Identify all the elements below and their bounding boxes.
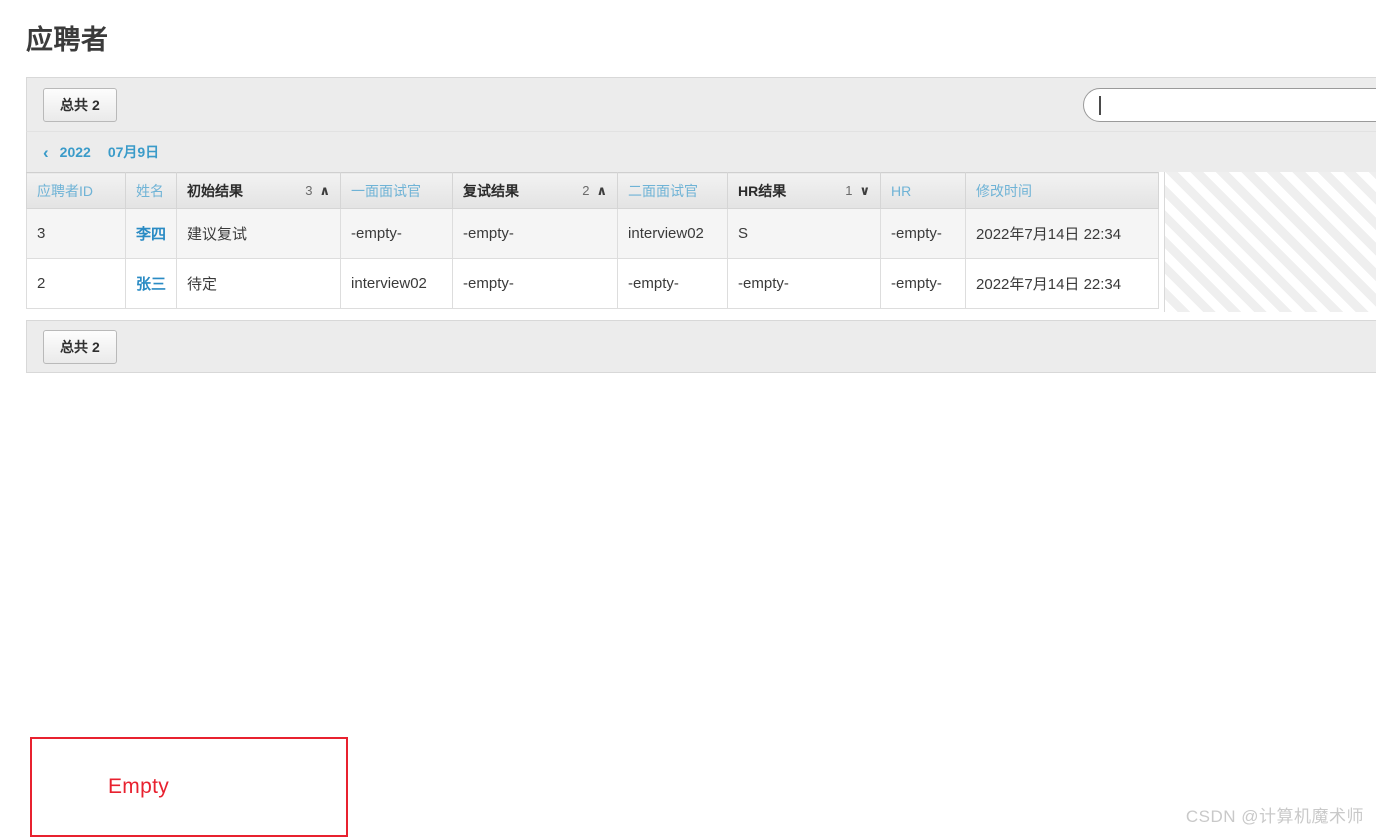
table-row[interactable]: 3 李四 建议复试 -empty- -empty- interview02 S … xyxy=(26,208,1160,259)
search-input[interactable] xyxy=(1083,88,1376,122)
text-cursor-icon xyxy=(1099,96,1101,115)
sort-indicator: 2 ∧ xyxy=(582,183,607,198)
column-header-hr-result[interactable]: HR结果 1 ∨ xyxy=(727,172,882,209)
nav-year-link[interactable]: 2022 xyxy=(60,144,91,160)
table-region: 应聘者ID 姓名 初始结果 3 ∧ 一面面试官 复试结果 2 ∧ 二面面试官 H… xyxy=(26,172,1376,312)
sort-indicator: 3 ∧ xyxy=(305,183,330,198)
empty-annotation-label: Empty xyxy=(108,775,170,798)
cell-hr-result: -empty- xyxy=(727,258,882,309)
cell-hr-result: S xyxy=(727,208,882,259)
column-header-second-result[interactable]: 复试结果 2 ∧ xyxy=(452,172,619,209)
column-header-label: 二面面试官 xyxy=(628,182,699,199)
applicant-name-link[interactable]: 李四 xyxy=(136,226,166,243)
column-header-label: HR xyxy=(891,182,912,199)
column-header-initial-result[interactable]: 初始结果 3 ∧ xyxy=(176,172,342,209)
cell-name[interactable]: 李四 xyxy=(124,208,178,259)
table-body: 3 李四 建议复试 -empty- -empty- interview02 S … xyxy=(26,208,1160,309)
cell-name[interactable]: 张三 xyxy=(124,258,178,309)
sort-order-number: 2 xyxy=(582,183,590,198)
sort-descending-icon: ∨ xyxy=(859,183,871,198)
column-header-label: 初始结果 xyxy=(187,182,244,199)
chevron-left-icon[interactable]: ‹ xyxy=(43,144,49,161)
empty-annotation-box: Empty xyxy=(30,737,348,837)
applicant-name-link[interactable]: 张三 xyxy=(136,276,166,293)
cell-hr: -empty- xyxy=(880,208,967,259)
column-header-label: 姓名 xyxy=(136,182,164,199)
column-header-modified-time[interactable]: 修改时间 xyxy=(965,172,1160,209)
sort-ascending-icon: ∧ xyxy=(596,183,608,198)
total-count-button-top[interactable]: 总共 2 xyxy=(43,88,117,122)
column-header-label: 应聘者ID xyxy=(37,182,93,199)
watermark: CSDN @计算机魔术师 xyxy=(1185,807,1364,826)
cell-initial-result: 待定 xyxy=(176,258,342,309)
top-toolbar: 总共 2 xyxy=(26,77,1376,131)
column-header-label: 复试结果 xyxy=(463,182,520,199)
sort-indicator: 1 ∨ xyxy=(845,183,870,198)
cell-modified-time: 2022年7月14日 22:34 xyxy=(965,208,1160,259)
table-header-row: 应聘者ID 姓名 初始结果 3 ∧ 一面面试官 复试结果 2 ∧ 二面面试官 H… xyxy=(26,172,1160,209)
bottom-toolbar: 总共 2 xyxy=(26,320,1376,373)
table-row[interactable]: 2 张三 待定 interview02 -empty- -empty- -emp… xyxy=(26,258,1160,309)
column-header-label: 修改时间 xyxy=(976,182,1033,199)
page-root: 应聘者 总共 2 ‹ 2022 07月9日 应聘者ID 姓名 初始结果 3 ∧ … xyxy=(0,0,1376,839)
sort-order-number: 1 xyxy=(845,183,853,198)
column-header-hr[interactable]: HR xyxy=(880,172,967,209)
date-navigation-bar: ‹ 2022 07月9日 xyxy=(26,131,1376,172)
applicants-table: 应聘者ID 姓名 初始结果 3 ∧ 一面面试官 复试结果 2 ∧ 二面面试官 H… xyxy=(26,172,1160,309)
cell-interviewer-round2: interview02 xyxy=(617,208,729,259)
cell-hr: -empty- xyxy=(880,258,967,309)
cell-applicant-id: 2 xyxy=(26,258,126,309)
cell-modified-time: 2022年7月14日 22:34 xyxy=(965,258,1160,309)
column-header-name[interactable]: 姓名 xyxy=(124,172,178,209)
search-field-wrapper xyxy=(1083,88,1376,122)
total-count-label-bottom: 总共 xyxy=(60,339,88,355)
cell-initial-result: 建议复试 xyxy=(176,208,342,259)
cell-applicant-id: 3 xyxy=(26,208,126,259)
sort-ascending-icon: ∧ xyxy=(319,183,331,198)
total-count-value-top: 2 xyxy=(92,97,100,113)
cell-second-result: -empty- xyxy=(452,258,619,309)
total-count-label-top: 总共 xyxy=(60,97,88,113)
cell-second-result: -empty- xyxy=(452,208,619,259)
column-header-interviewer-round1[interactable]: 一面面试官 xyxy=(340,172,454,209)
nav-date-link[interactable]: 07月9日 xyxy=(108,142,159,162)
column-header-applicant-id[interactable]: 应聘者ID xyxy=(26,172,126,209)
column-header-label: 一面面试官 xyxy=(351,182,422,199)
table-head: 应聘者ID 姓名 初始结果 3 ∧ 一面面试官 复试结果 2 ∧ 二面面试官 H… xyxy=(26,172,1160,209)
cell-interviewer-round1: -empty- xyxy=(340,208,454,259)
cell-interviewer-round1: interview02 xyxy=(340,258,454,309)
total-count-value-bottom: 2 xyxy=(92,339,100,355)
sort-order-number: 3 xyxy=(305,183,313,198)
cell-interviewer-round2: -empty- xyxy=(617,258,729,309)
page-title: 应聘者 xyxy=(26,25,109,55)
column-header-label: HR结果 xyxy=(738,182,787,199)
column-header-interviewer-round2[interactable]: 二面面试官 xyxy=(617,172,729,209)
total-count-button-bottom[interactable]: 总共 2 xyxy=(43,330,117,364)
